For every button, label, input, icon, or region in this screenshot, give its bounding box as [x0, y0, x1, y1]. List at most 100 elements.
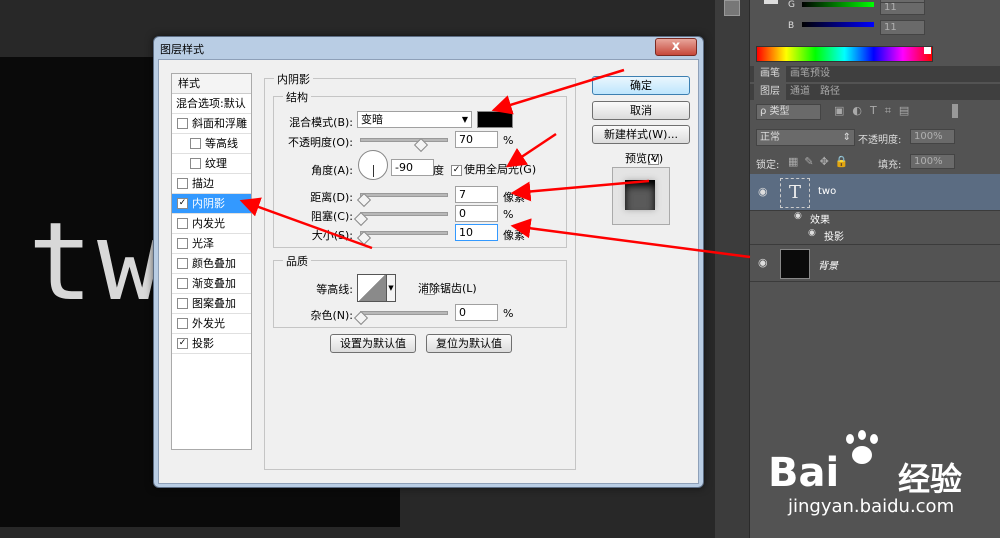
eye-icon[interactable]: ◉ — [808, 228, 816, 238]
value-b-box[interactable]: 11 — [880, 20, 925, 35]
style-item[interactable]: 纹理 — [172, 154, 251, 174]
effects-label: 效果 — [810, 215, 830, 226]
global-light-checkbox[interactable]: ✓ — [451, 164, 462, 176]
spectrum-bar[interactable] — [756, 46, 933, 62]
layer-style-dialog: 图层样式 x 样式 混合选项:默认 斜面和浮雕 等高线 纹理 描边 ✓ 内阴影 内发光 光泽颜… — [153, 36, 704, 488]
layer-name-background[interactable]: 背景 — [818, 257, 838, 272]
style-item[interactable]: 光泽 — [172, 234, 251, 254]
style-item[interactable]: ✓ 投影 — [172, 334, 251, 354]
layer-blend-select[interactable]: 正常 ⇕ — [756, 129, 855, 146]
style-item[interactable]: 斜面和浮雕 — [172, 114, 251, 134]
distance-label: 距离(D): — [310, 191, 353, 204]
tab-brush[interactable]: 画笔 — [754, 66, 786, 82]
layer-name-two[interactable]: two — [818, 186, 836, 197]
choke-slider[interactable] — [360, 212, 448, 216]
size-input[interactable]: 10 — [455, 224, 498, 241]
style-checkbox[interactable] — [177, 117, 188, 129]
angle-dial[interactable] — [358, 150, 388, 180]
shadow-color-swatch[interactable] — [477, 111, 513, 128]
opacity-slider[interactable] — [360, 138, 448, 142]
lock-icons[interactable]: ▦✎✥🔒 — [788, 155, 855, 168]
eye-icon[interactable]: ◉ — [758, 185, 768, 198]
style-checkbox[interactable] — [177, 297, 188, 309]
antialias-label[interactable]: 消除锯齿(L) — [418, 280, 477, 296]
style-checkbox[interactable] — [177, 277, 188, 289]
eye-icon[interactable]: ◉ — [794, 211, 802, 221]
style-checkbox[interactable] — [177, 237, 188, 249]
set-default-button[interactable]: 设置为默认值 — [330, 334, 416, 353]
layer-filter-select[interactable]: ρ 类型 — [756, 104, 821, 120]
distance-unit: 像素 — [503, 191, 525, 204]
style-item[interactable]: 等高线 — [172, 134, 251, 154]
global-light-label[interactable]: 使用全局光(G) — [464, 161, 536, 177]
layer-row-two[interactable]: ◉ T two — [750, 174, 1000, 211]
reset-default-button[interactable]: 复位为默认值 — [426, 334, 512, 353]
brush-tabs: 画笔 画笔预设 — [750, 66, 1000, 82]
style-item[interactable]: 图案叠加 — [172, 294, 251, 314]
blend-options-item[interactable]: 混合选项:默认 — [172, 94, 251, 114]
style-item[interactable]: ✓ 内阴影 — [172, 194, 251, 214]
style-item[interactable]: 颜色叠加 — [172, 254, 251, 274]
opacity-input[interactable]: 70 — [455, 131, 498, 148]
style-item[interactable]: 渐变叠加 — [172, 274, 251, 294]
contour-picker[interactable] — [357, 274, 387, 302]
distance-input[interactable]: 7 — [455, 186, 498, 203]
fill-value[interactable]: 100% — [910, 154, 955, 169]
ok-button[interactable]: 确定 — [592, 76, 690, 95]
preview-label[interactable]: 预览(V) — [625, 150, 663, 166]
style-checkbox[interactable] — [190, 157, 201, 169]
blend-mode-select[interactable]: 变暗 ▼ — [357, 111, 472, 128]
cancel-button[interactable]: 取消 — [592, 101, 690, 120]
new-style-button[interactable]: 新建样式(W)... — [592, 125, 690, 144]
style-item[interactable]: 描边 — [172, 174, 251, 194]
chevron-down-icon: ⇕ — [842, 132, 851, 143]
choke-input[interactable]: 0 — [455, 205, 498, 222]
choke-unit: % — [503, 208, 514, 221]
close-icon: x — [671, 39, 681, 54]
blue-slider[interactable] — [802, 22, 874, 27]
drop-shadow-row[interactable]: ◉ 投影 — [750, 227, 1000, 243]
close-button[interactable]: x — [655, 38, 697, 56]
contour-dropdown[interactable]: ▼ — [386, 274, 396, 302]
style-item[interactable]: 外发光 — [172, 314, 251, 334]
layer-opacity-value[interactable]: 100% — [910, 129, 955, 144]
effects-row[interactable]: ◉ 效果 — [750, 210, 1000, 226]
style-checkbox[interactable] — [177, 257, 188, 269]
style-item-label: 颜色叠加 — [192, 257, 236, 270]
distance-slider[interactable] — [360, 193, 448, 197]
background-layer-thumb — [780, 249, 810, 279]
spectrum-white[interactable] — [924, 47, 931, 54]
style-checkbox[interactable] — [177, 217, 188, 229]
tab-paths[interactable]: 路径 — [814, 84, 846, 100]
eye-icon[interactable]: ◉ — [758, 256, 768, 269]
style-item-label: 光泽 — [192, 237, 214, 250]
style-item-label: 内阴影 — [192, 197, 225, 210]
style-checkbox[interactable]: ✓ — [177, 197, 188, 209]
quality-title: 品质 — [283, 253, 311, 269]
color-swatch[interactable] — [764, 0, 778, 4]
noise-label: 杂色(N): — [310, 309, 353, 322]
angle-input[interactable]: -90 — [391, 159, 434, 176]
filter-icons[interactable]: ▣◐T⌗▤ — [834, 104, 934, 118]
tab-channels[interactable]: 通道 — [784, 84, 816, 100]
value-top-box[interactable]: 11 — [880, 0, 925, 3]
filter-toggle[interactable] — [952, 104, 958, 118]
tab-brush-presets[interactable]: 画笔预设 — [784, 66, 836, 82]
noise-slider[interactable] — [360, 311, 448, 315]
style-checkbox[interactable] — [177, 317, 188, 329]
styles-header[interactable]: 样式 — [172, 74, 251, 94]
size-slider[interactable] — [360, 231, 448, 235]
style-item[interactable]: 内发光 — [172, 214, 251, 234]
green-slider[interactable] — [802, 2, 874, 7]
lock-label: 锁定: — [756, 160, 780, 171]
brand-jingyan: 经验 — [898, 460, 963, 498]
blend-mode-value: 变暗 — [361, 113, 383, 126]
angle-unit: 度 — [433, 164, 444, 177]
style-checkbox[interactable]: ✓ — [177, 337, 188, 349]
layer-row-background[interactable]: ◉ 背景 — [750, 244, 1000, 282]
tab-layers[interactable]: 图层 — [754, 84, 786, 100]
tool-icon[interactable] — [724, 0, 740, 16]
noise-input[interactable]: 0 — [455, 304, 498, 321]
style-checkbox[interactable] — [177, 177, 188, 189]
style-checkbox[interactable] — [190, 137, 201, 149]
